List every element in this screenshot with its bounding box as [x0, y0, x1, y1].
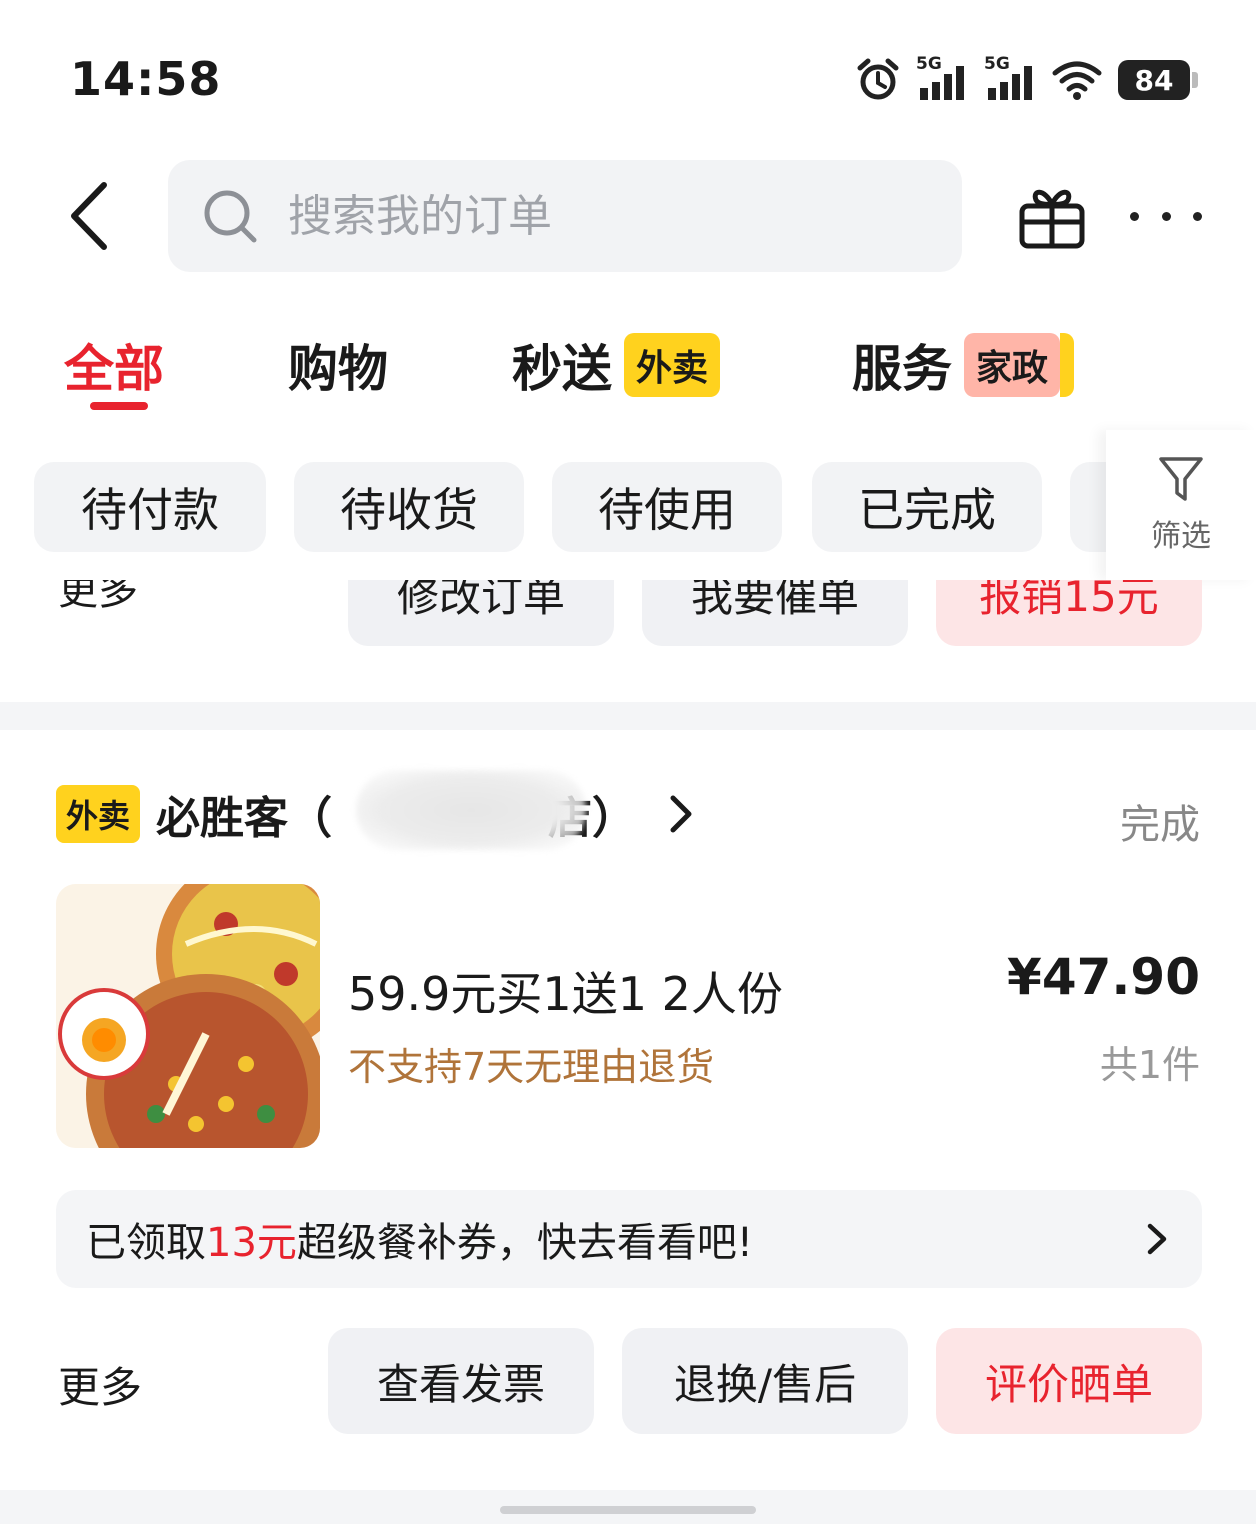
return-policy-note: 不支持7天无理由退货	[348, 1045, 715, 1089]
takeout-badge: 外卖	[624, 333, 721, 397]
filter-button[interactable]: 筛选	[1106, 430, 1256, 580]
more-options-button[interactable]	[1130, 196, 1202, 236]
status-time: 14:58	[70, 52, 222, 106]
product-image[interactable]	[56, 884, 320, 1148]
status-icons: 5G 5G 84	[856, 54, 1198, 104]
tab-label: 全部	[64, 340, 164, 398]
home-indicator[interactable]	[500, 1506, 756, 1514]
filter-label: 筛选	[1151, 519, 1211, 554]
signal-icon: 5G	[984, 54, 1036, 102]
filter-pending-receipt[interactable]: 待收货	[294, 462, 524, 552]
tab-label: 购物	[288, 340, 388, 398]
dot-icon	[1130, 211, 1139, 221]
item-quantity: 共1件	[1099, 1043, 1200, 1087]
order-card[interactable]: 外卖 必胜客（ 店） 完成 59.9元买1送1 2人份 不支持7天无理由退货 ¥…	[0, 730, 1256, 1490]
wifi-icon	[1052, 61, 1102, 100]
return-aftersales-button[interactable]: 退换/售后	[622, 1328, 908, 1434]
more-actions-link[interactable]: 更多	[58, 1354, 142, 1415]
battery-indicator: 84	[1118, 60, 1198, 100]
tab-instant-delivery[interactable]: 秒送 外卖	[512, 320, 721, 410]
back-button[interactable]	[52, 178, 124, 254]
active-tab-indicator	[90, 402, 148, 410]
search-icon	[204, 190, 257, 243]
coupon-suffix: 超级餐补券，快去看看吧!	[296, 1220, 753, 1266]
reimburse-button[interactable]: 报销15元	[936, 580, 1202, 646]
filter-pending-payment[interactable]: 待付款	[34, 462, 266, 552]
badge-label: 家政	[976, 348, 1049, 389]
chevron-right-icon	[670, 795, 692, 833]
filter-completed[interactable]: 已完成	[812, 462, 1042, 552]
status-filter-bar: 待付款 待收货 待使用 已完成 筛选	[0, 430, 1256, 580]
more-actions-link[interactable]: 更多	[58, 580, 138, 616]
search-box[interactable]	[168, 160, 962, 272]
review-button[interactable]: 评价晒单	[936, 1328, 1202, 1434]
status-bar: 14:58 5G 5G 84	[0, 0, 1256, 140]
tab-shopping[interactable]: 购物	[288, 320, 388, 410]
housekeeping-badge: 家政	[964, 333, 1083, 397]
coupon-prefix: 已领取	[86, 1220, 206, 1266]
chevron-right-icon	[1147, 1223, 1167, 1255]
order-status: 完成	[1120, 802, 1200, 848]
urge-order-button[interactable]: 我要催单	[642, 580, 908, 646]
alarm-icon	[857, 58, 899, 100]
coupon-banner[interactable]: 已领取13元超级餐补券，快去看看吧!	[56, 1190, 1202, 1288]
search-input[interactable]	[288, 190, 928, 242]
coupon-amount: 13元	[206, 1220, 297, 1266]
tab-label: 服务	[852, 340, 952, 398]
store-name-prefix: 必胜客（	[156, 793, 333, 844]
modify-order-button[interactable]: 修改订单	[348, 580, 614, 646]
coupon-text: 已领取13元超级餐补券，快去看看吧!	[86, 1210, 753, 1268]
signal-icon: 5G	[916, 54, 968, 102]
gift-icon[interactable]	[1018, 182, 1086, 250]
view-invoice-button[interactable]: 查看发票	[328, 1328, 594, 1434]
order-price: ¥47.90	[1007, 948, 1200, 1006]
section-divider	[0, 702, 1256, 730]
tab-label: 秒送	[512, 340, 612, 398]
dot-icon	[1193, 211, 1202, 221]
order-actions: 更多 查看发票 退换/售后 评价晒单	[0, 1328, 1256, 1436]
tab-services[interactable]: 服务 家政	[852, 320, 1083, 410]
filter-funnel-icon	[1159, 457, 1203, 501]
chevron-left-icon	[71, 182, 107, 250]
badge-stack-decoration	[1060, 333, 1075, 397]
header	[0, 160, 1256, 272]
filter-pending-use[interactable]: 待使用	[552, 462, 782, 552]
dot-icon	[1161, 211, 1171, 221]
product-name: 59.9元买1送1 2人份	[348, 967, 783, 1021]
order-category-tabs: 全部 购物 秒送 外卖 服务 家政	[0, 320, 1256, 420]
store-name: 必胜客（ 店）	[156, 770, 636, 850]
store-row[interactable]: 外卖 必胜客（ 店）	[56, 770, 694, 850]
takeout-tag: 外卖	[56, 785, 141, 843]
privacy-blur	[356, 770, 587, 850]
tab-all[interactable]: 全部	[64, 320, 164, 410]
previous-order-actions: 更多 修改订单 我要催单 报销15元	[0, 580, 1256, 646]
pizza-image-icon	[56, 884, 320, 1148]
